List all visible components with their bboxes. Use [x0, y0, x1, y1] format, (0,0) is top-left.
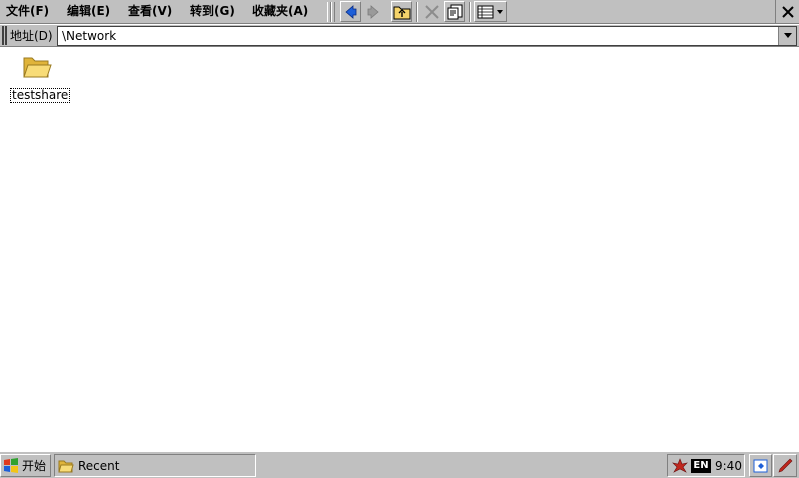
pen-input-button[interactable]	[773, 454, 797, 477]
folder-icon	[23, 57, 52, 78]
up-folder-button[interactable]	[391, 1, 412, 22]
menu-view[interactable]: 查看(V)	[126, 2, 174, 20]
system-tray: EN 9:40	[667, 454, 745, 477]
folder-icon	[58, 460, 74, 472]
taskbar-item-label: Recent	[78, 458, 120, 473]
input-method-icon[interactable]	[671, 457, 689, 474]
properties-icon	[447, 4, 462, 19]
forward-button[interactable]	[362, 1, 383, 22]
address-input[interactable]: \Network	[62, 27, 116, 45]
desktop-button[interactable]	[749, 454, 772, 477]
start-label: 开始	[22, 459, 47, 473]
toolbar-separator-2	[469, 2, 471, 22]
menu-goto[interactable]: 转到(G)	[188, 2, 237, 20]
input-language-indicator[interactable]: EN	[691, 458, 711, 473]
pen-icon	[778, 458, 793, 472]
back-icon	[344, 4, 356, 19]
menu-favorites[interactable]: 收藏夹(A)	[250, 2, 310, 20]
up-folder-icon	[393, 6, 410, 19]
file-list-view[interactable]: testshare	[0, 48, 799, 451]
delete-icon	[424, 4, 439, 19]
list-item-label: testshare	[10, 88, 71, 103]
menu-edit[interactable]: 编辑(E)	[65, 2, 112, 20]
view-options-button[interactable]	[474, 1, 507, 22]
menu-file[interactable]: 文件(F)	[4, 2, 51, 20]
close-icon	[781, 5, 794, 18]
windows-logo-icon	[4, 457, 18, 473]
desktop-icon	[753, 459, 767, 472]
taskbar: 开始 Recent EN 9:40	[0, 451, 799, 478]
delete-button[interactable]	[421, 1, 442, 22]
toolbar-separator	[416, 2, 418, 22]
forward-icon	[367, 4, 379, 19]
address-combobox[interactable]: \Network	[57, 26, 797, 46]
chevron-down-icon	[783, 33, 792, 38]
list-item[interactable]: testshare	[8, 54, 71, 106]
properties-button[interactable]	[444, 1, 465, 22]
back-button[interactable]	[340, 1, 361, 22]
taskbar-item-recent[interactable]: Recent	[54, 454, 256, 477]
close-button[interactable]	[775, 0, 799, 23]
clock[interactable]: 9:40	[715, 459, 742, 473]
command-bar: 文件(F) 编辑(E) 查看(V) 转到(G) 收藏夹(A)	[0, 0, 799, 24]
view-options-icon	[477, 5, 503, 18]
address-bar: 地址(D) \Network	[0, 25, 799, 47]
address-dropdown-button[interactable]	[778, 27, 796, 45]
toolbar-grip-2[interactable]	[331, 2, 335, 22]
address-bar-grip[interactable]	[2, 26, 7, 45]
address-label: 地址(D)	[10, 29, 53, 43]
start-button[interactable]: 开始	[0, 454, 51, 477]
